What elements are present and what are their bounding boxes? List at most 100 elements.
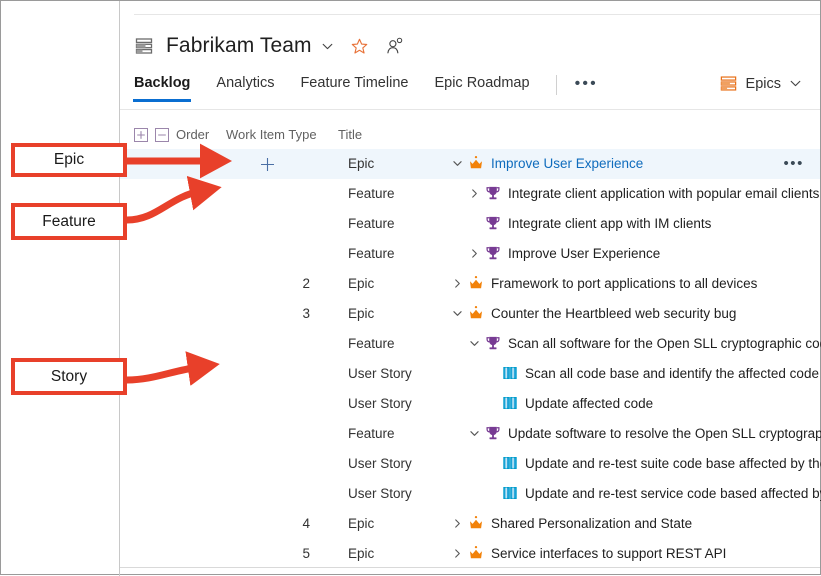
expand-all-icon[interactable]: [134, 128, 148, 142]
tab-divider: [556, 75, 557, 95]
column-header-order[interactable]: Order: [176, 127, 209, 142]
callout-feature: Feature: [11, 203, 127, 240]
tab-analytics[interactable]: Analytics: [216, 73, 274, 102]
row-title-cell: Service interfaces to support REST API: [450, 545, 726, 561]
table-row[interactable]: FeatureImprove User Experience: [120, 239, 820, 269]
row-title[interactable]: Integrate client application with popula…: [508, 186, 819, 201]
crown-icon: [468, 305, 484, 321]
chevron-right-icon[interactable]: [450, 518, 464, 529]
crown-icon: [468, 515, 484, 531]
chevron-down-icon[interactable]: [467, 428, 481, 439]
row-title[interactable]: Scan all software for the Open SLL crypt…: [508, 336, 821, 351]
table-row[interactable]: User Story Update affected code: [120, 389, 820, 419]
person-add-icon[interactable]: [385, 37, 404, 56]
row-title-cell: Counter the Heartbleed web security bug: [450, 305, 736, 321]
table-row[interactable]: 2 Epic Framework to port applications to a…: [120, 269, 820, 299]
row-context-menu-icon[interactable]: •••: [783, 158, 804, 170]
row-title[interactable]: Integrate client app with IM clients: [508, 216, 711, 231]
row-title[interactable]: Update and re-test suite code base affec…: [525, 456, 821, 471]
row-title-cell: Integrate client application with popula…: [467, 185, 819, 201]
column-header-work-item-type[interactable]: Work Item Type: [226, 127, 317, 142]
chevron-down-icon[interactable]: [450, 308, 464, 319]
row-work-item-type: Feature: [348, 186, 395, 201]
plus-cursor-icon: [260, 157, 275, 172]
table-row[interactable]: Feature Integrate client application with…: [120, 179, 820, 209]
row-title[interactable]: Improve User Experience: [491, 156, 643, 171]
row-title[interactable]: Improve User Experience: [508, 246, 660, 261]
grid-bottom-divider: [120, 567, 820, 568]
crown-icon: [468, 155, 484, 171]
backlog-level-label: Epics: [746, 76, 781, 92]
trophy-icon: [485, 335, 501, 351]
table-row[interactable]: Epic Improve User Experience •••: [120, 149, 820, 179]
trophy-icon: [485, 215, 501, 231]
table-row[interactable]: User Story Scan all code base and identif…: [120, 359, 820, 389]
tab-feature-timeline[interactable]: Feature Timeline: [300, 73, 408, 102]
chevron-down-icon[interactable]: [467, 338, 481, 349]
row-title-cell: Update and re-test service code based af…: [484, 485, 821, 501]
chevron-down-icon[interactable]: [450, 158, 464, 169]
table-row[interactable]: Feature Update software to resolve the Op…: [120, 419, 820, 449]
row-order: 3: [286, 306, 310, 321]
tabs-bottom-divider: [120, 109, 820, 110]
crown-icon: [468, 545, 484, 561]
row-title[interactable]: Counter the Heartbleed web security bug: [491, 306, 736, 321]
star-outline-icon[interactable]: [350, 37, 369, 56]
row-order: 2: [286, 276, 310, 291]
trophy-icon: [485, 425, 501, 441]
column-header-title[interactable]: Title: [338, 127, 362, 142]
backlog-levels-icon: [719, 74, 738, 93]
chevron-down-icon[interactable]: [321, 40, 334, 53]
backlog-levels-icon: [134, 36, 154, 56]
tab-backlog[interactable]: Backlog: [134, 73, 190, 102]
table-row[interactable]: Feature Integrate client app with IM clie…: [120, 209, 820, 239]
row-work-item-type: Feature: [348, 426, 395, 441]
row-work-item-type: User Story: [348, 366, 412, 381]
row-title[interactable]: Service interfaces to support REST API: [491, 546, 726, 561]
collapse-all-icon[interactable]: [155, 128, 169, 142]
more-horizontal-icon[interactable]: •••: [575, 73, 598, 93]
row-title[interactable]: Shared Personalization and State: [491, 516, 692, 531]
row-work-item-type: User Story: [348, 396, 412, 411]
row-order: 4: [286, 516, 310, 531]
row-work-item-type: Epic: [348, 156, 374, 171]
table-row[interactable]: User StoryUpdate and re-test service cod…: [120, 479, 820, 509]
row-title-cell: Improve User Experience: [467, 245, 660, 261]
chevron-right-icon[interactable]: [450, 548, 464, 559]
book-icon: [502, 395, 518, 411]
book-icon: [502, 455, 518, 471]
row-title[interactable]: Framework to port applications to all de…: [491, 276, 757, 291]
book-icon: [502, 365, 518, 381]
backlog-level-picker[interactable]: Epics: [719, 74, 802, 93]
table-row[interactable]: FeatureScan all software for the Open SL…: [120, 329, 820, 359]
row-title-cell: Scan all code base and identify the affe…: [484, 365, 819, 381]
row-work-item-type: Epic: [348, 276, 374, 291]
table-row[interactable]: 5EpicService interfaces to support REST …: [120, 539, 820, 569]
row-title[interactable]: Update software to resolve the Open SLL …: [508, 426, 821, 441]
callout-story: Story: [11, 358, 127, 395]
row-title[interactable]: Scan all code base and identify the affe…: [525, 366, 819, 381]
row-title-cell: Shared Personalization and State: [450, 515, 692, 531]
row-title-cell: Framework to port applications to all de…: [450, 275, 757, 291]
row-title-cell: Scan all software for the Open SLL crypt…: [467, 335, 821, 351]
table-row[interactable]: 4EpicShared Personalization and State: [120, 509, 820, 539]
chevron-right-icon[interactable]: [450, 278, 464, 289]
row-title[interactable]: Update and re-test service code based af…: [525, 486, 821, 501]
page-title: Fabrikam Team: [166, 34, 312, 58]
callout-story-label: Story: [51, 368, 87, 386]
tab-epic-roadmap[interactable]: Epic Roadmap: [434, 73, 529, 102]
row-work-item-type: Feature: [348, 216, 395, 231]
table-row[interactable]: 3 Epic Counter the Heartbleed web security…: [120, 299, 820, 329]
table-row[interactable]: User StoryUpdate and re-test suite code …: [120, 449, 820, 479]
row-work-item-type: Epic: [348, 306, 374, 321]
trophy-icon: [485, 245, 501, 261]
chevron-right-icon[interactable]: [467, 248, 481, 259]
row-title[interactable]: Update affected code: [525, 396, 653, 411]
book-icon: [502, 485, 518, 501]
row-title-cell: Update software to resolve the Open SLL …: [467, 425, 821, 441]
top-divider: [134, 14, 820, 15]
row-title-cell: Update and re-test suite code base affec…: [484, 455, 821, 471]
page-header: Fabrikam Team: [134, 28, 404, 64]
trophy-icon: [485, 185, 501, 201]
chevron-right-icon[interactable]: [467, 188, 481, 199]
